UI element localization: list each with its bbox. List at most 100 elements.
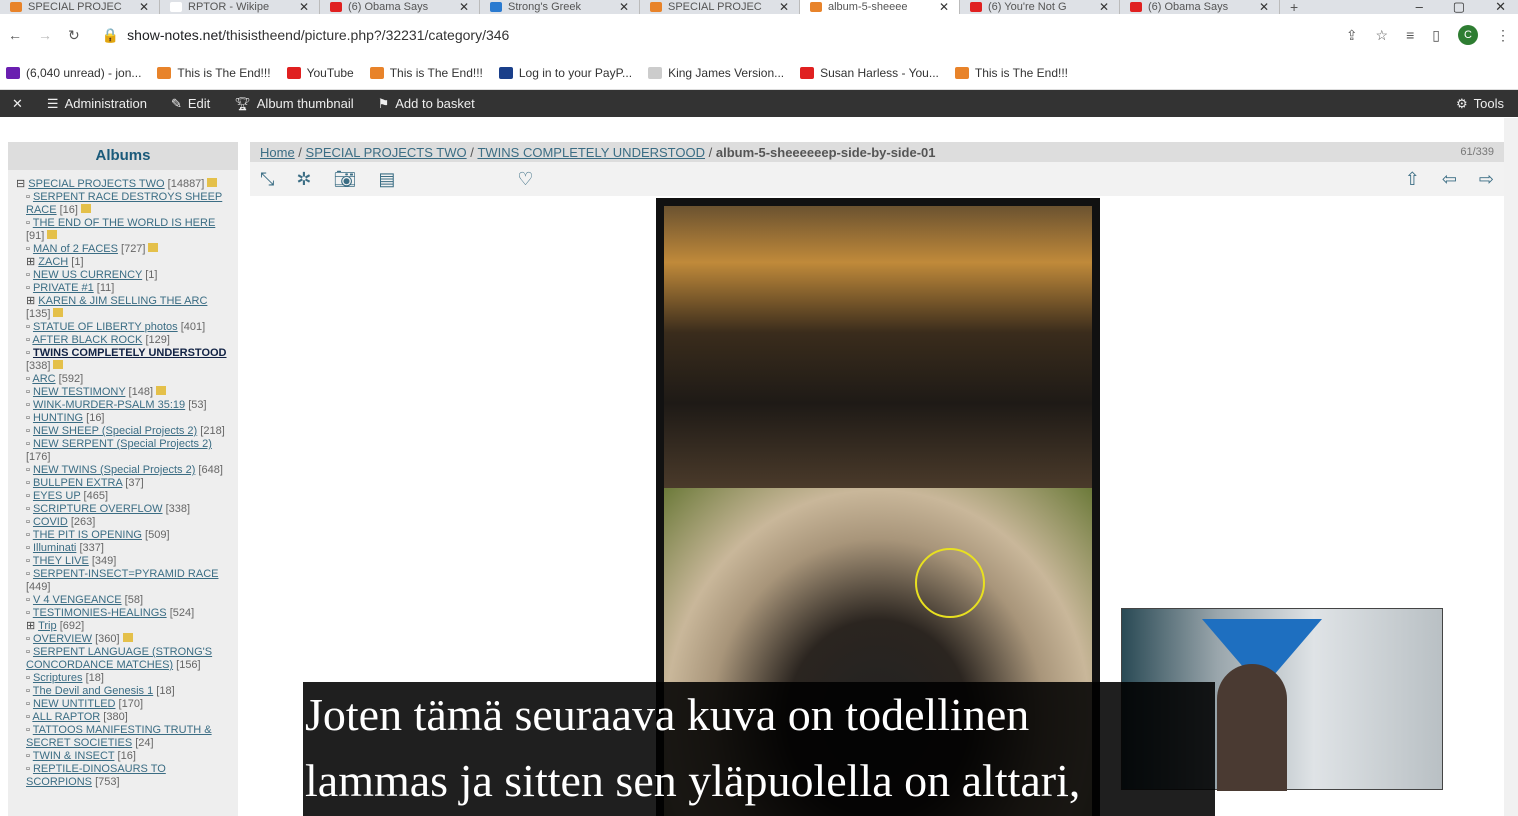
album-link[interactable]: BULLPEN EXTRA [33, 477, 122, 489]
album-link[interactable]: PRIVATE #1 [33, 282, 94, 294]
album-link[interactable]: Illuminati [33, 542, 76, 554]
expander-icon[interactable]: ▫ [26, 542, 30, 554]
tab-close-icon[interactable]: ✕ [459, 0, 469, 14]
expander-icon[interactable]: ▫ [26, 386, 30, 398]
album-link[interactable]: ARC [32, 373, 55, 385]
bookmark-item[interactable]: King James Version... [648, 66, 784, 80]
menu-icon[interactable]: ⋮ [1496, 27, 1510, 44]
browser-tab[interactable]: (6) You're Not G ✕ [960, 0, 1120, 14]
album-link[interactable]: NEW SHEEP (Special Projects 2) [33, 425, 197, 437]
expander-icon[interactable]: ▫ [26, 282, 30, 294]
bookmark-item[interactable]: (6,040 unread) - jon... [6, 66, 141, 80]
expander-icon[interactable]: ▫ [26, 373, 30, 385]
expander-icon[interactable]: ▫ [26, 568, 30, 580]
album-link[interactable]: ALL RAPTOR [32, 711, 100, 723]
bookmark-item[interactable]: This is The End!!! [954, 66, 1068, 80]
star-icon[interactable]: ☆ [1376, 27, 1389, 44]
tab-close-icon[interactable]: ✕ [939, 0, 949, 14]
album-link[interactable]: Trip [38, 620, 57, 632]
album-link[interactable]: MAN of 2 FACES [33, 243, 118, 255]
album-link[interactable]: Scriptures [33, 672, 83, 684]
add-to-basket-button[interactable]: ⚑ Add to basket [366, 90, 487, 117]
edit-button[interactable]: ✎ Edit [159, 90, 222, 117]
expander-icon[interactable]: ▫ [26, 321, 30, 333]
tab-close-icon[interactable]: ✕ [619, 0, 629, 14]
expander-icon[interactable]: ▫ [26, 711, 30, 723]
tab-close-icon[interactable]: ✕ [139, 0, 149, 14]
expander-icon[interactable]: ▫ [26, 516, 30, 528]
expander-icon[interactable]: ▫ [26, 334, 30, 346]
album-link[interactable]: NEW TESTIMONY [33, 386, 126, 398]
browser-tab[interactable]: Strong's Greek ✕ [480, 0, 640, 14]
forward-icon[interactable]: → [38, 27, 52, 43]
album-link[interactable]: EYES UP [33, 490, 81, 502]
expander-icon[interactable]: ▫ [26, 438, 30, 450]
bookmark-item[interactable]: Susan Harless - You... [800, 66, 939, 80]
tab-close-icon[interactable]: ✕ [1099, 0, 1109, 14]
album-link[interactable]: TWINS COMPLETELY UNDERSTOOD [33, 347, 227, 359]
slideshow-icon[interactable]: ✲ [296, 169, 311, 190]
tab-close-icon[interactable]: ✕ [1259, 0, 1269, 14]
album-link[interactable]: NEW SERPENT (Special Projects 2) [33, 438, 212, 450]
administration-menu[interactable]: ☰ Administration [35, 90, 159, 117]
tab-close-icon[interactable]: ✕ [299, 0, 309, 14]
reading-list-icon[interactable]: ≡ [1406, 27, 1414, 43]
fullsize-icon[interactable]: ⤡ [260, 169, 274, 190]
expander-icon[interactable]: ▫ [26, 399, 30, 411]
expander-icon[interactable]: ▫ [26, 269, 30, 281]
page-scrollbar[interactable] [1504, 118, 1518, 816]
expander-icon[interactable]: ▫ [26, 555, 30, 567]
album-thumbnail-button[interactable]: 🏆︎ Album thumbnail [222, 90, 365, 117]
expander-icon[interactable]: ▫ [26, 412, 30, 424]
expander-icon[interactable]: ▫ [26, 503, 30, 515]
album-link[interactable]: THE END OF THE WORLD IS HERE [33, 217, 216, 229]
expander-icon[interactable]: ▫ [26, 477, 30, 489]
album-link[interactable]: THEY LIVE [33, 555, 89, 567]
expander-icon[interactable]: ▫ [26, 425, 30, 437]
back-icon[interactable]: ← [8, 27, 22, 43]
album-link[interactable]: KAREN & JIM SELLING THE ARC [38, 295, 207, 307]
album-link[interactable]: WINK-MURDER-PSALM 35:19 [33, 399, 185, 411]
maximize-button[interactable]: ▢ [1453, 0, 1465, 14]
album-link[interactable]: COVID [33, 516, 68, 528]
expander-icon[interactable]: ⊞ [26, 620, 35, 632]
album-link[interactable]: The Devil and Genesis 1 [33, 685, 153, 697]
album-link[interactable]: THE PIT IS OPENING [33, 529, 142, 541]
close-admin-button[interactable]: ✕ [0, 90, 35, 117]
profile-avatar[interactable]: C [1458, 25, 1478, 45]
bookmark-item[interactable]: YouTube [286, 66, 354, 80]
minimize-button[interactable]: – [1416, 0, 1423, 14]
album-link[interactable]: TWIN & INSECT [33, 750, 115, 762]
camera-info-icon[interactable]: 📷︎ [334, 169, 357, 190]
bookmark-item[interactable]: This is The End!!! [369, 66, 483, 80]
share-icon[interactable]: ⇪ [1346, 27, 1358, 44]
album-link[interactable]: OVERVIEW [33, 633, 92, 645]
album-link[interactable]: STATUE OF LIBERTY photos [33, 321, 178, 333]
album-link[interactable]: SPECIAL PROJECTS TWO [28, 178, 164, 190]
expander-icon[interactable]: ▫ [26, 672, 30, 684]
album-link[interactable]: TESTIMONIES-HEALINGS [33, 607, 167, 619]
expander-icon[interactable]: ▫ [26, 763, 30, 775]
browser-tab[interactable]: (6) Obama Says ✕ [320, 0, 480, 14]
previous-arrow-icon[interactable]: ⇦ [1442, 169, 1457, 190]
album-link[interactable]: SERPENT RACE DESTROYS SHEEP RACE [26, 191, 222, 216]
expander-icon[interactable]: ▫ [26, 750, 30, 762]
album-link[interactable]: V 4 VENGEANCE [33, 594, 122, 606]
expander-icon[interactable]: ▫ [26, 217, 30, 229]
expander-icon[interactable]: ▫ [26, 633, 30, 645]
expander-icon[interactable]: ▫ [26, 698, 30, 710]
tools-button[interactable]: ⚙ Tools [1444, 90, 1518, 117]
browser-tab[interactable]: (6) Obama Says ✕ [1120, 0, 1280, 14]
expander-icon[interactable]: ▫ [26, 243, 30, 255]
browser-tab[interactable]: SPECIAL PROJEC ✕ [0, 0, 160, 14]
crumb-parent[interactable]: SPECIAL PROJECTS TWO [306, 145, 467, 160]
close-window-button[interactable]: ✕ [1495, 0, 1506, 14]
tab-close-icon[interactable]: ✕ [779, 0, 789, 14]
favorite-icon[interactable]: ♡ [517, 169, 533, 190]
crumb-home[interactable]: Home [260, 145, 295, 160]
browser-tab[interactable]: album-5-sheeee ✕ [800, 0, 960, 14]
expander-icon[interactable]: ▫ [26, 685, 30, 697]
sidepanel-icon[interactable]: ▯ [1432, 27, 1440, 44]
expander-icon[interactable]: ▫ [26, 529, 30, 541]
album-link[interactable]: HUNTING [33, 412, 83, 424]
